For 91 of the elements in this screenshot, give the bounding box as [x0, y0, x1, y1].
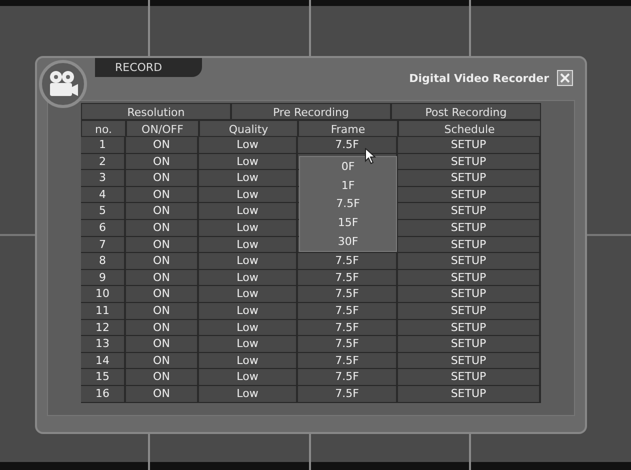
frame-cell[interactable]: 7.5F	[298, 386, 398, 402]
channel-number: 15	[81, 369, 126, 386]
on-off-cell[interactable]: ON	[126, 186, 199, 204]
setup-cell[interactable]: SETUP	[398, 286, 541, 303]
on-off-cell[interactable]: ON	[126, 253, 199, 270]
channel-number: 4	[81, 186, 126, 204]
group-header: Resolution	[81, 103, 231, 120]
channel-number: 10	[81, 286, 126, 303]
setup-cell[interactable]: SETUP	[398, 137, 541, 154]
quality-cell[interactable]: Low	[199, 137, 298, 154]
on-off-cell[interactable]: ON	[126, 203, 199, 220]
quality-cell[interactable]: Low	[199, 386, 298, 402]
close-icon	[559, 72, 571, 84]
group-header: Pre Recording	[231, 103, 391, 120]
quality-cell[interactable]: Low	[199, 170, 298, 187]
frame-cell[interactable]: 7.5F	[298, 302, 398, 320]
on-off-cell[interactable]: ON	[126, 236, 199, 254]
channel-number: 14	[81, 352, 126, 370]
quality-cell[interactable]: Low	[199, 253, 298, 270]
on-off-cell[interactable]: ON	[126, 386, 199, 402]
column-header: ON/OFF	[126, 120, 199, 137]
quality-cell[interactable]: Low	[199, 186, 298, 204]
setup-cell[interactable]: SETUP	[398, 369, 541, 386]
on-off-cell[interactable]: ON	[126, 154, 199, 170]
on-off-cell[interactable]: ON	[126, 286, 199, 303]
dropdown-option[interactable]: 0F	[341, 160, 355, 173]
quality-cell[interactable]: Low	[199, 236, 298, 254]
dropdown-option[interactable]: 7.5F	[336, 197, 360, 210]
close-button[interactable]	[557, 70, 573, 86]
frame-cell[interactable]: 7.5F	[298, 137, 398, 154]
column-header: Schedule	[398, 120, 541, 137]
setup-cell[interactable]: SETUP	[398, 154, 541, 170]
quality-cell[interactable]: Low	[199, 286, 298, 303]
channel-number: 8	[81, 253, 126, 270]
setup-cell[interactable]: SETUP	[398, 170, 541, 187]
channel-number: 1	[81, 137, 126, 154]
channel-number: 2	[81, 154, 126, 170]
channel-number: 9	[81, 270, 126, 286]
channel-number: 16	[81, 386, 126, 402]
on-off-cell[interactable]: ON	[126, 336, 199, 353]
setup-cell[interactable]: SETUP	[398, 203, 541, 220]
on-off-cell[interactable]: ON	[126, 170, 199, 187]
frame-cell[interactable]: 7.5F	[298, 253, 398, 270]
frame-cell[interactable]: 7.5F	[298, 352, 398, 370]
group-header: Post Recording	[391, 103, 541, 120]
quality-cell[interactable]: Low	[199, 154, 298, 170]
setup-cell[interactable]: SETUP	[398, 236, 541, 254]
dropdown-option[interactable]: 1F	[341, 178, 355, 192]
channel-number: 13	[81, 336, 126, 353]
channel-number: 3	[81, 170, 126, 187]
quality-cell[interactable]: Low	[199, 336, 298, 353]
frame-cell[interactable]: 7.5F	[298, 270, 398, 286]
on-off-cell[interactable]: ON	[126, 220, 199, 237]
setup-cell[interactable]: SETUP	[398, 302, 541, 320]
frame-cell[interactable]: 7.5F	[298, 336, 398, 353]
dropdown-option[interactable]: 15F	[338, 216, 358, 230]
dropdown-option[interactable]: 30F	[338, 235, 358, 248]
setup-cell[interactable]: SETUP	[398, 386, 541, 402]
frame-cell[interactable]: 7.5F	[298, 320, 398, 336]
setup-cell[interactable]: SETUP	[398, 253, 541, 270]
column-header: Quality	[199, 120, 298, 137]
channel-number: 11	[81, 302, 126, 320]
quality-cell[interactable]: Low	[199, 302, 298, 320]
setup-cell[interactable]: SETUP	[398, 320, 541, 336]
on-off-cell[interactable]: ON	[126, 137, 199, 154]
on-off-cell[interactable]: ON	[126, 352, 199, 370]
on-off-cell[interactable]: ON	[126, 302, 199, 320]
record-tab[interactable]: RECORD	[95, 58, 202, 77]
column-header: Frame	[298, 120, 398, 137]
quality-cell[interactable]: Low	[199, 320, 298, 336]
setup-cell[interactable]: SETUP	[398, 220, 541, 237]
quality-cell[interactable]: Low	[199, 369, 298, 386]
quality-cell[interactable]: Low	[199, 352, 298, 370]
frame-cell[interactable]: 7.5F	[298, 369, 398, 386]
channel-number: 6	[81, 220, 126, 237]
on-off-cell[interactable]: ON	[126, 320, 199, 336]
window-title: Digital Video Recorder	[409, 72, 549, 84]
setup-cell[interactable]: SETUP	[398, 186, 541, 204]
frame-cell[interactable]: 7.5F	[298, 286, 398, 303]
quality-cell[interactable]: Low	[199, 270, 298, 286]
setup-cell[interactable]: SETUP	[398, 352, 541, 370]
setup-cell[interactable]: SETUP	[398, 336, 541, 353]
on-off-cell[interactable]: ON	[126, 270, 199, 286]
channel-number: 5	[81, 203, 126, 220]
setup-cell[interactable]: SETUP	[398, 270, 541, 286]
quality-cell[interactable]: Low	[199, 220, 298, 237]
on-off-cell[interactable]: ON	[126, 369, 199, 386]
channel-number: 7	[81, 236, 126, 254]
quality-cell[interactable]: Low	[199, 203, 298, 220]
channel-number: 12	[81, 320, 126, 336]
column-header: no.	[81, 120, 126, 137]
